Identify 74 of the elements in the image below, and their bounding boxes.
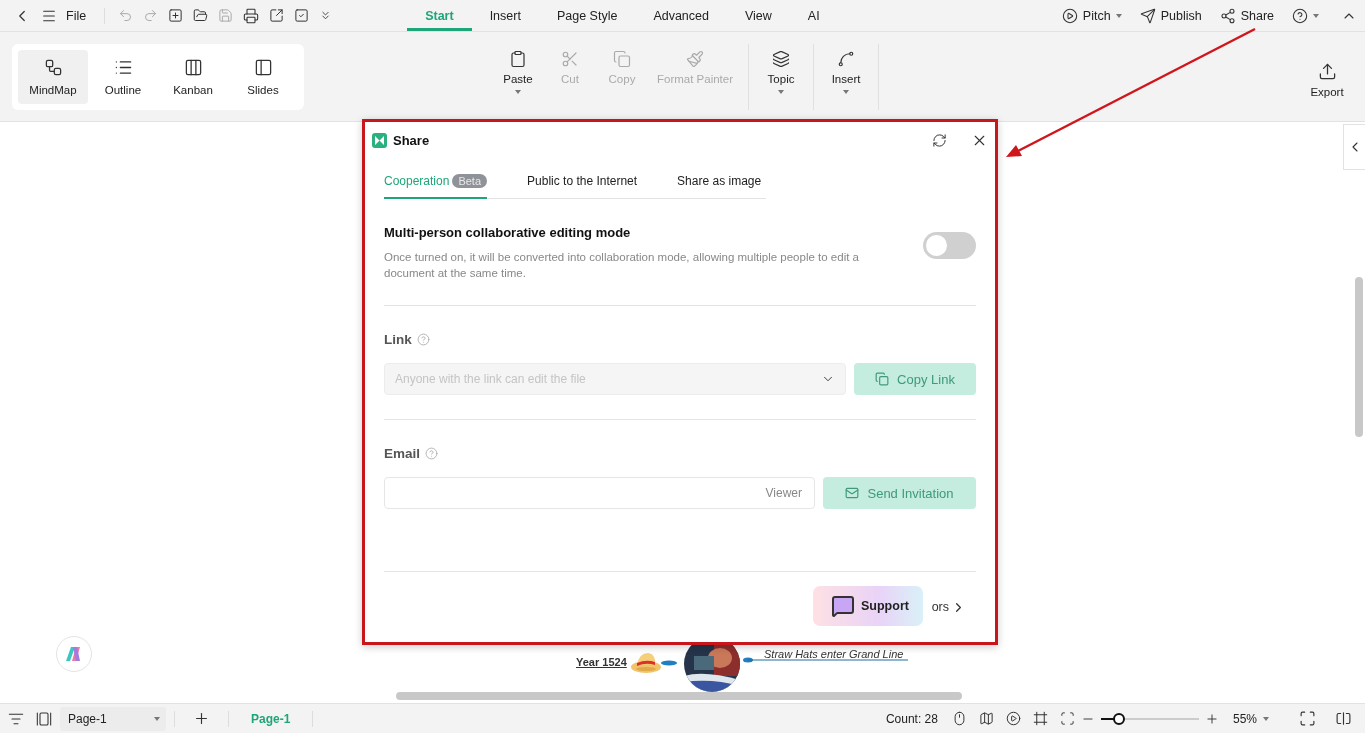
- ribbon-tool[interactable]: Insert: [820, 43, 873, 110]
- copy-icon: [875, 372, 890, 386]
- toolbar-action[interactable]: Publish: [1160, 8, 1202, 23]
- side-panel-toggle[interactable]: [1343, 124, 1365, 170]
- dialog-tab[interactable]: Public to the Internet: [527, 174, 638, 199]
- vertical-scrollbar[interactable]: [1355, 277, 1363, 437]
- email-label: Email: [384, 446, 421, 461]
- view-mode-button[interactable]: MindMap: [18, 49, 88, 104]
- add-page-icon[interactable]: [193, 710, 210, 727]
- share-icon[interactable]: [1219, 7, 1236, 24]
- file-menu[interactable]: File: [66, 8, 87, 23]
- map-icon[interactable]: [978, 711, 994, 726]
- view-mode-button[interactable]: Outline: [88, 49, 158, 104]
- page-view-icon[interactable]: [36, 710, 52, 727]
- checkbox-icon[interactable]: [294, 8, 310, 23]
- toolbar-action[interactable]: Pitch: [1082, 8, 1111, 23]
- support-button[interactable]: Support: [813, 586, 923, 626]
- mail-icon: [845, 486, 860, 500]
- menu-tab[interactable]: Insert: [471, 0, 539, 31]
- toolbar-action[interactable]: Share: [1240, 8, 1274, 23]
- fit-screen-icon[interactable]: [1059, 711, 1075, 726]
- caret-icon[interactable]: [1313, 13, 1319, 18]
- dialog-tab[interactable]: Share as image: [677, 174, 762, 199]
- mode-description: Once turned on, it will be converted into collaboration mode, allowing multiple people to edit a document at the same time.: [384, 250, 860, 281]
- dialog-title: Share: [393, 132, 430, 148]
- caret-icon[interactable]: [1115, 13, 1122, 18]
- mode-title: Multi-person collaborative editing mode: [384, 225, 632, 240]
- export-button[interactable]: Export: [1301, 55, 1353, 98]
- kanban-icon[interactable]: [183, 57, 203, 77]
- menu-tab[interactable]: AI: [789, 0, 838, 31]
- fit-page-icon[interactable]: [1032, 711, 1048, 726]
- mindmap-icon[interactable]: [43, 57, 63, 77]
- connector-icon[interactable]: [837, 49, 856, 68]
- menu-tab[interactable]: Page Style: [538, 0, 636, 31]
- footer-link-text[interactable]: ors: [931, 600, 949, 614]
- date-label: Year 1524: [576, 656, 627, 668]
- ribbon-tool[interactable]: Paste: [491, 43, 544, 110]
- menu-tab[interactable]: Advanced: [635, 0, 727, 31]
- chat-icon: [831, 594, 855, 618]
- caret-icon[interactable]: [778, 89, 785, 94]
- zoom-slider-thumb[interactable]: [1112, 712, 1125, 725]
- horizontal-scrollbar[interactable]: [396, 692, 962, 700]
- folder-icon[interactable]: [193, 8, 209, 23]
- view-mode-button[interactable]: Kanban: [158, 49, 228, 104]
- count-text: Count: 28: [885, 711, 938, 726]
- help-icon[interactable]: [1292, 7, 1308, 24]
- topic-icon[interactable]: [772, 49, 791, 68]
- slides-icon[interactable]: [253, 57, 273, 77]
- export-icon[interactable]: [1317, 61, 1337, 81]
- refresh-icon[interactable]: [932, 132, 947, 148]
- beta-badge: Beta: [452, 174, 488, 188]
- pitch-icon[interactable]: [1061, 7, 1078, 24]
- paste-icon[interactable]: [508, 49, 527, 68]
- fit-width-icon[interactable]: [1335, 710, 1352, 727]
- zoom-in-icon[interactable]: [1204, 711, 1219, 726]
- view-mode-button[interactable]: Slides: [228, 49, 298, 104]
- link-label: Link: [384, 332, 412, 347]
- caret-icon[interactable]: [514, 89, 521, 94]
- print-icon[interactable]: [243, 7, 260, 24]
- menu-tab[interactable]: View: [727, 0, 790, 31]
- export-file-icon[interactable]: [269, 8, 285, 23]
- publish-icon[interactable]: [1139, 7, 1156, 24]
- fullscreen-icon[interactable]: [1299, 710, 1316, 727]
- play-icon[interactable]: [1005, 711, 1021, 726]
- event-label: Straw Hats enter Grand Line: [764, 648, 904, 660]
- caret-icon[interactable]: [843, 89, 850, 94]
- mouse-icon[interactable]: [951, 711, 967, 726]
- new-file-icon[interactable]: [168, 8, 184, 23]
- zoom-level[interactable]: 55%: [1232, 711, 1257, 726]
- collaboration-toggle[interactable]: [923, 232, 976, 259]
- ribbon-tool[interactable]: Topic: [755, 43, 808, 110]
- page-select[interactable]: Page-1: [60, 706, 166, 731]
- app-logo-icon: [372, 132, 387, 148]
- assistant-button[interactable]: [56, 636, 92, 672]
